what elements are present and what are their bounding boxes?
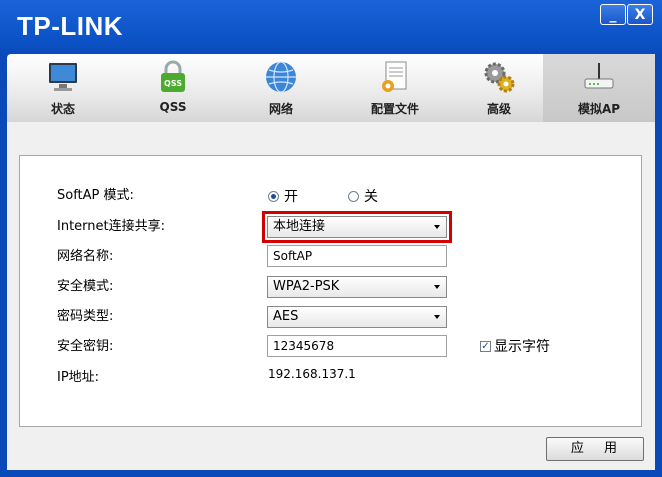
profile-file-icon (382, 61, 407, 92)
ip-address-value: 192.168.137.1 (268, 367, 356, 381)
softap-off-label[interactable]: 关 (364, 186, 378, 206)
chevron-down-icon (434, 315, 440, 319)
tab-softap[interactable]: 模拟AP (543, 54, 655, 122)
softap-off-radio[interactable] (348, 191, 359, 202)
softap-on-label[interactable]: 开 (284, 186, 298, 206)
lock-qss-icon: QSS (161, 60, 185, 92)
softap-on-radio[interactable] (268, 191, 279, 202)
tab-advanced[interactable]: 高级 (455, 54, 543, 122)
network-name-input[interactable]: SoftAP (267, 245, 447, 267)
tab-profile[interactable]: 配置文件 (335, 54, 455, 122)
internet-share-label: Internet连接共享: (57, 219, 165, 234)
show-chars-label[interactable]: 显示字符 (494, 336, 550, 356)
svg-text:QSS: QSS (164, 79, 182, 88)
monitor-icon (49, 63, 77, 91)
softap-settings-panel: SoftAP 模式: 开 关 Internet连接共享: 本地连接 网络名称: … (19, 155, 642, 427)
internet-share-select[interactable]: 本地连接 (262, 211, 452, 243)
tab-label: 状态 (50, 102, 75, 116)
tab-label: 模拟AP (577, 102, 621, 116)
show-chars-checkbox[interactable]: ✓ (480, 341, 491, 352)
router-icon (584, 63, 614, 89)
tab-label: 网络 (268, 102, 293, 116)
tab-label: 高级 (486, 102, 511, 116)
content-area: SoftAP 模式: 开 关 Internet连接共享: 本地连接 网络名称: … (7, 122, 655, 470)
app-window: TP-LINK _ X 状态 QSS QSS 网络 配置文件 高级 模拟AP S… (0, 0, 662, 477)
network-name-label: 网络名称: (57, 249, 114, 264)
ip-address-label: IP地址: (57, 370, 100, 385)
chevron-down-icon (434, 225, 440, 229)
cipher-type-value: AES (273, 309, 299, 324)
tab-network[interactable]: 网络 (227, 54, 335, 122)
tab-label: QSS (159, 100, 187, 114)
tp-link-logo: TP-LINK (17, 11, 124, 41)
apply-button[interactable]: 应 用 (546, 437, 644, 461)
close-button[interactable]: X (627, 4, 653, 25)
gears-icon (484, 62, 515, 93)
security-key-input[interactable]: 12345678 (267, 335, 447, 357)
cipher-type-select[interactable]: AES (267, 306, 447, 328)
globe-icon (266, 61, 296, 93)
security-mode-label: 安全模式: (57, 279, 114, 294)
minimize-button[interactable]: _ (600, 4, 626, 25)
tab-qss[interactable]: QSS QSS (119, 54, 227, 122)
cipher-type-label: 密码类型: (57, 309, 114, 324)
tab-status[interactable]: 状态 (7, 54, 119, 122)
softap-mode-label: SoftAP 模式: (57, 188, 134, 203)
security-mode-select[interactable]: WPA2-PSK (267, 276, 447, 298)
security-mode-value: WPA2-PSK (273, 279, 340, 294)
security-key-label: 安全密钥: (57, 339, 114, 354)
internet-share-value: 本地连接 (273, 219, 326, 234)
chevron-down-icon (434, 285, 440, 289)
tab-label: 配置文件 (370, 102, 419, 116)
main-toolbar: 状态 QSS QSS 网络 配置文件 高级 模拟AP (7, 54, 655, 122)
